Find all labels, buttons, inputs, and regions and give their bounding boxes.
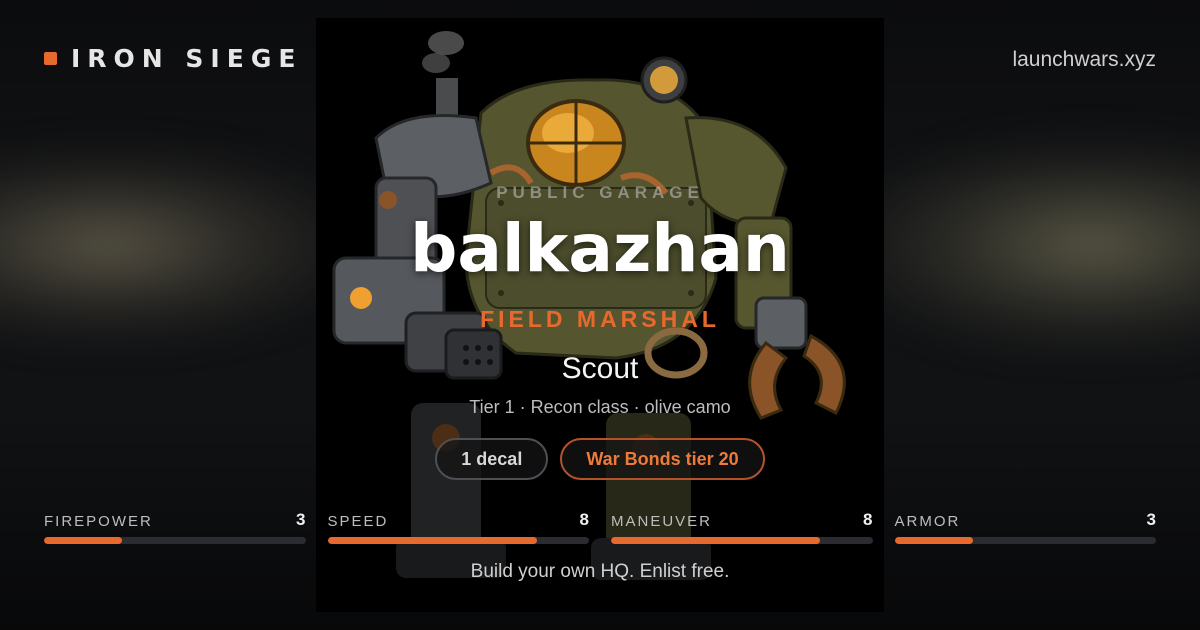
brand-logo: IRON SIEGE — [44, 44, 302, 73]
brand-mark-icon — [44, 52, 57, 65]
stat-fill — [44, 537, 123, 544]
stat-track — [894, 537, 1156, 544]
stat-fill — [894, 537, 973, 544]
stat-armor: ARMOR 3 — [894, 508, 1156, 544]
decal-badge: 1 decal — [435, 438, 549, 480]
stat-maneuver: MANEUVER 8 — [611, 508, 873, 544]
badge-row: 1 decal War Bonds tier 20 — [316, 438, 884, 480]
mech-meta: Tier 1 · Recon class · olive camo — [469, 397, 731, 417]
stat-label: SPEED — [327, 513, 389, 530]
stats-row: FIREPOWER 3 SPEED 8 MANEUVER 8 ARMOR 3 — [44, 508, 1156, 544]
footer-cta: Build your own HQ. Enlist free. — [470, 561, 730, 582]
stat-value: 3 — [1146, 510, 1156, 529]
stat-fill — [327, 537, 537, 544]
stat-speed: SPEED 8 — [327, 508, 589, 544]
stat-value: 8 — [863, 510, 873, 529]
mech-model: Scout — [561, 352, 639, 385]
stat-track — [44, 537, 306, 544]
stat-label: MANEUVER — [611, 513, 713, 530]
stat-label: FIREPOWER — [44, 513, 153, 530]
stat-track — [327, 537, 589, 544]
stat-fill — [611, 537, 821, 544]
stat-firepower: FIREPOWER 3 — [44, 508, 306, 544]
stat-track — [611, 537, 873, 544]
stat-label: ARMOR — [894, 513, 961, 530]
player-rank: FIELD MARSHAL — [480, 306, 720, 332]
site-domain: launchwars.xyz — [1012, 48, 1156, 71]
stat-value: 8 — [579, 510, 589, 529]
player-name: balkazhan — [410, 210, 790, 287]
garage-kicker: PUBLIC GARAGE — [496, 183, 704, 202]
stat-value: 3 — [296, 510, 306, 529]
war-bonds-badge: War Bonds tier 20 — [560, 438, 765, 480]
brand-name: IRON SIEGE — [71, 44, 303, 73]
